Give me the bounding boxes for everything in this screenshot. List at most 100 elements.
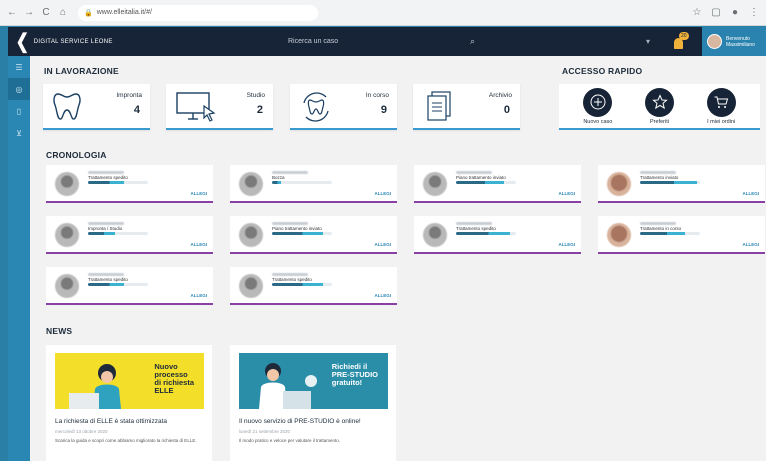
history-card[interactable]: Impronta / Studio ALLEGI [46, 216, 213, 254]
news-card[interactable]: Nuovo processo di richiesta ELLE La rich… [46, 345, 212, 461]
progress-fill [88, 283, 124, 286]
news-banner: Richiedi il PRE-STUDIO gratuito! [239, 353, 388, 409]
profile-icon[interactable]: ● [729, 7, 741, 19]
history-attachments-link[interactable]: ALLEGI [559, 242, 576, 247]
new-case-button[interactable]: Nuovo caso [583, 87, 612, 125]
progress-fill [640, 232, 685, 235]
search-input[interactable]: Ricerca un caso ⌕ [284, 33, 479, 51]
section-in-progress: IN LAVORAZIONE [44, 66, 119, 76]
stat-card-archivio[interactable]: Archivio 0 [413, 84, 520, 130]
history-attachments-link[interactable]: ALLEGI [743, 242, 760, 247]
my-orders-button[interactable]: I miei ordini [706, 87, 736, 125]
stat-value: 9 [380, 104, 387, 116]
notifications-button[interactable]: 20 [674, 31, 689, 49]
address-bar[interactable]: 🔒 www.elleitalia.it/#/ [78, 4, 318, 21]
history-card[interactable]: Bozza ALLEGI [230, 165, 397, 203]
tooth-icon [53, 93, 81, 120]
favorites-button[interactable]: Preferiti [645, 87, 674, 125]
url-text: www.elleitalia.it/#/ [96, 9, 152, 16]
history-attachments-link[interactable]: ALLEGI [375, 191, 392, 196]
sidebar-item-dashboard[interactable]: ◎ [8, 78, 30, 100]
progress-fill [456, 232, 510, 235]
news-card[interactable]: Richiedi il PRE-STUDIO gratuito! Il nuov… [230, 345, 396, 461]
news-title: Il nuovo servizio di PRE-STUDIO è online… [239, 418, 361, 425]
patient-name-blurred [640, 171, 676, 174]
avatar [55, 172, 79, 196]
lock-icon: 🔒 [84, 9, 93, 17]
history-card[interactable]: Trattamento spedito ALLEGI [46, 165, 213, 203]
star-icon [651, 94, 668, 110]
history-card[interactable]: Piano trattamento inviato ALLEGI [230, 216, 397, 254]
history-attachments-link[interactable]: ALLEGI [375, 293, 392, 298]
search-icon[interactable]: ⌕ [470, 36, 475, 47]
back-icon[interactable]: ← [6, 7, 18, 19]
menu-icon[interactable]: ⋮ [748, 7, 760, 19]
history-attachments-link[interactable]: ALLEGI [375, 242, 392, 247]
extensions-icon[interactable]: ▢ [710, 7, 722, 19]
sidebar-item-cart[interactable]: ⊻ [8, 122, 30, 144]
progress-bar [640, 181, 700, 184]
reload-icon[interactable]: C [40, 7, 52, 19]
avatar [423, 172, 447, 196]
user-name-line2: Massimiliano [726, 41, 755, 48]
quick-label: Preferiti [650, 118, 669, 125]
stat-card-impronta[interactable]: Impronta 4 [43, 84, 150, 130]
history-status: Trattamento in corso [640, 226, 682, 231]
history-card[interactable]: Piano trattamento inviato ALLEGI [414, 165, 581, 203]
news-date: mercoledì 13 ottobre 2020 [55, 429, 108, 434]
progress-bar [88, 283, 148, 286]
sidebar-item-documents[interactable]: ▯ [8, 100, 30, 122]
news-date: lunedì 21 settembre 2020 [239, 429, 291, 434]
browser-toolbar: ← → C ⌂ 🔒 www.elleitalia.it/#/ ☆ ▢ ● ⋮ [0, 0, 766, 26]
menu-icon[interactable]: ☰ [8, 56, 30, 78]
progress-bar [456, 232, 516, 235]
stat-label: Studio [246, 92, 265, 99]
progress-bar [272, 283, 332, 286]
history-card[interactable]: Trattamento inviato ALLEGI [598, 165, 765, 203]
history-status: Trattamento inviato [640, 175, 679, 180]
avatar [55, 274, 79, 298]
avatar [607, 172, 631, 196]
stat-card-studio[interactable]: Studio 2 [166, 84, 273, 130]
chevron-down-icon[interactable]: ▾ [646, 37, 650, 46]
news-desc: Il modo pratico e veloce per valutare il… [239, 438, 341, 443]
forward-icon[interactable]: → [23, 7, 35, 19]
avatar [423, 223, 447, 247]
history-attachments-link[interactable]: ALLEGI [191, 191, 208, 196]
history-status: Trattamento spedito [88, 175, 128, 180]
stat-value: 2 [256, 104, 263, 116]
history-card[interactable]: Trattamento in corso ALLEGI [598, 216, 765, 254]
documents-icon [427, 91, 451, 121]
history-card[interactable]: Trattamento spedito ALLEGI [46, 267, 213, 305]
progress-bar [88, 232, 148, 235]
history-attachments-link[interactable]: ALLEGI [191, 242, 208, 247]
progress-bar [456, 181, 516, 184]
avatar [707, 34, 722, 49]
history-attachments-link[interactable]: ALLEGI [743, 191, 760, 196]
avatar [239, 172, 263, 196]
app-header: ❮ DIGITAL SERVICE LEONE Ricerca un caso … [8, 27, 766, 56]
stat-value: 0 [503, 104, 510, 116]
history-attachments-link[interactable]: ALLEGI [191, 293, 208, 298]
quick-access-panel: Nuovo caso Preferiti I miei ordini [559, 84, 760, 130]
progress-fill [640, 181, 697, 184]
news-title: La richiesta di ELLE è stata ottimizzata [55, 418, 168, 425]
stat-label: In corso [365, 92, 389, 99]
history-attachments-link[interactable]: ALLEGI [559, 191, 576, 196]
user-menu[interactable]: Benvenuto Massimiliano [702, 27, 766, 56]
patient-name-blurred [456, 222, 492, 225]
history-status: Trattamento spedito [456, 226, 496, 231]
section-quick-access: ACCESSO RAPIDO [562, 66, 643, 76]
section-history: CRONOLOGIA [46, 150, 107, 160]
history-card[interactable]: Trattamento spedito ALLEGI [414, 216, 581, 254]
brand[interactable]: ❮ DIGITAL SERVICE LEONE [8, 32, 158, 52]
sidebar: ☰ ◎ ▯ ⊻ [8, 56, 30, 461]
tooth-cycle-icon [303, 92, 329, 122]
stat-card-in-corso[interactable]: In corso 9 [290, 84, 397, 130]
home-icon[interactable]: ⌂ [57, 7, 69, 19]
progress-fill [272, 232, 323, 235]
progress-bar [272, 181, 332, 184]
history-card[interactable]: Trattamento spedito ALLEGI [230, 267, 397, 305]
star-bookmark-icon[interactable]: ☆ [691, 7, 703, 19]
progress-fill [88, 232, 115, 235]
